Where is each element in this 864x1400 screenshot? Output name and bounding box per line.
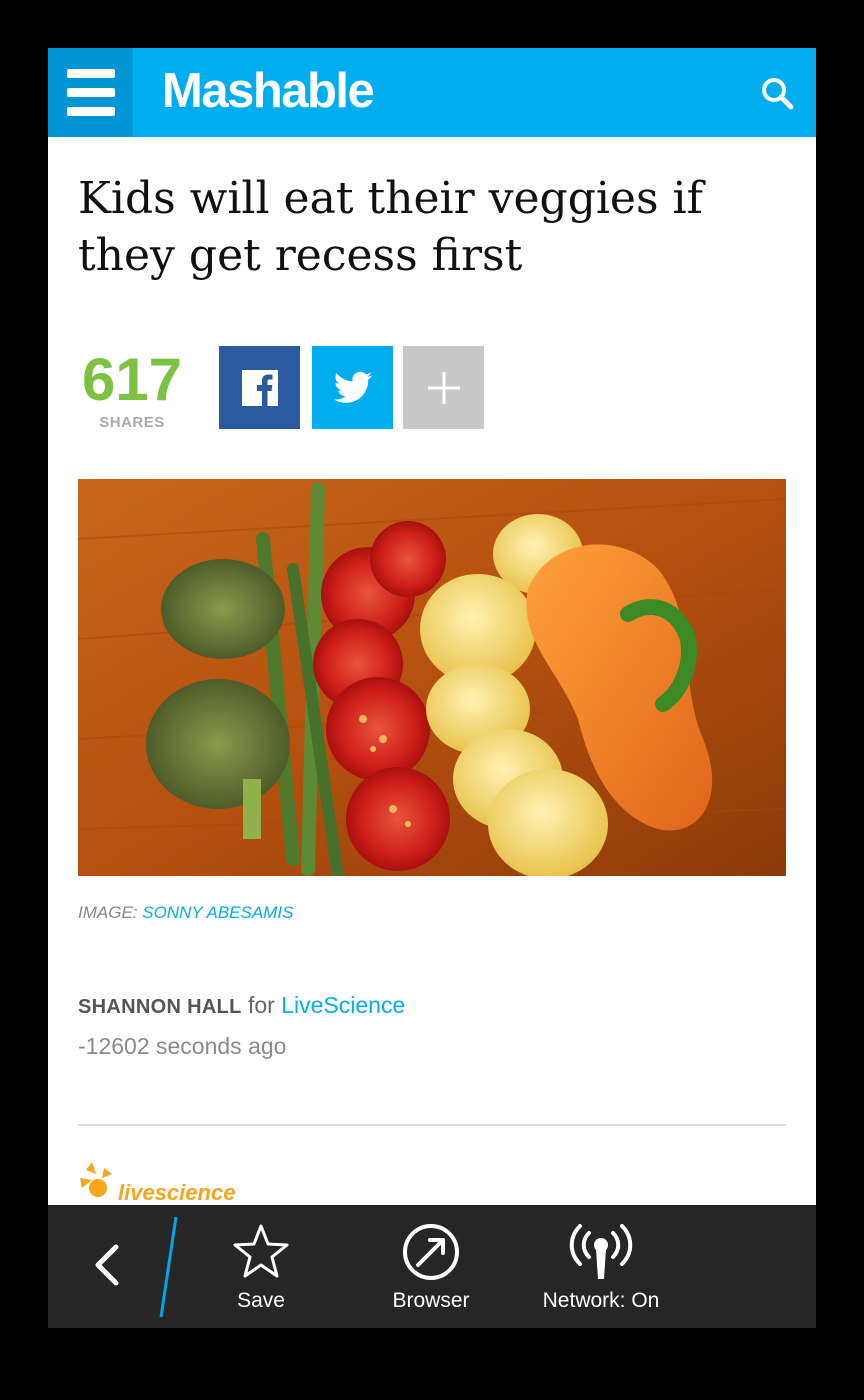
article-hero-image xyxy=(78,479,786,876)
share-counter: 617 SHARES xyxy=(78,346,186,432)
save-button[interactable]: Save xyxy=(186,1223,336,1313)
twitter-icon xyxy=(333,371,372,403)
bottom-action-bar: Save Browser Network: On xyxy=(48,1205,816,1328)
hamburger-menu-icon-bar xyxy=(67,88,115,97)
network-toggle-button[interactable]: Network: On xyxy=(526,1223,676,1313)
article-title: Kids will eat their veggies if they get … xyxy=(78,173,703,281)
menu-button[interactable] xyxy=(48,48,133,137)
twitter-share-button[interactable] xyxy=(312,346,393,429)
top-bar: Mashable xyxy=(48,48,816,137)
back-chevron-icon xyxy=(95,1244,119,1286)
hamburger-menu-icon-bar xyxy=(67,107,115,116)
plus-icon xyxy=(427,371,460,404)
search-button[interactable] xyxy=(758,74,798,114)
author-name: SHANNON HALL xyxy=(78,996,242,1018)
image-credit-link[interactable]: SONNY ABESAMIS xyxy=(142,903,293,922)
divider xyxy=(78,1124,786,1126)
facebook-share-button[interactable] xyxy=(219,346,300,429)
hamburger-menu-icon xyxy=(67,69,115,78)
share-count-label: SHARES xyxy=(99,414,165,431)
save-label: Save xyxy=(237,1289,285,1312)
browser-compass-icon xyxy=(403,1224,459,1280)
star-icon xyxy=(233,1224,289,1278)
svg-text:livescience: livescience xyxy=(118,1180,235,1205)
byline-joiner: for xyxy=(247,992,275,1018)
image-caption-prefix: IMAGE: xyxy=(78,903,138,922)
more-share-button[interactable] xyxy=(403,346,484,429)
share-count: 617 xyxy=(81,346,183,413)
search-icon xyxy=(762,78,794,110)
facebook-icon xyxy=(241,369,278,406)
back-button[interactable] xyxy=(86,1239,132,1291)
app-screen: Mashable Kids will eat their veggies if … xyxy=(48,48,816,1328)
bar-divider xyxy=(158,1215,178,1319)
source-link[interactable]: LiveScience xyxy=(281,992,405,1018)
livescience-logo: livescience xyxy=(78,1160,238,1206)
publish-timestamp: -12602 seconds ago xyxy=(78,1033,287,1059)
byline: SHANNON HALL for LiveScience xyxy=(78,992,405,1019)
browser-button[interactable]: Browser xyxy=(356,1223,506,1313)
network-antenna-icon xyxy=(569,1224,633,1279)
image-caption: IMAGE: SONNY ABESAMIS xyxy=(78,903,293,923)
brand-logo[interactable]: Mashable xyxy=(162,63,375,119)
network-label: Network: On xyxy=(542,1289,660,1312)
browser-label: Browser xyxy=(392,1289,470,1312)
